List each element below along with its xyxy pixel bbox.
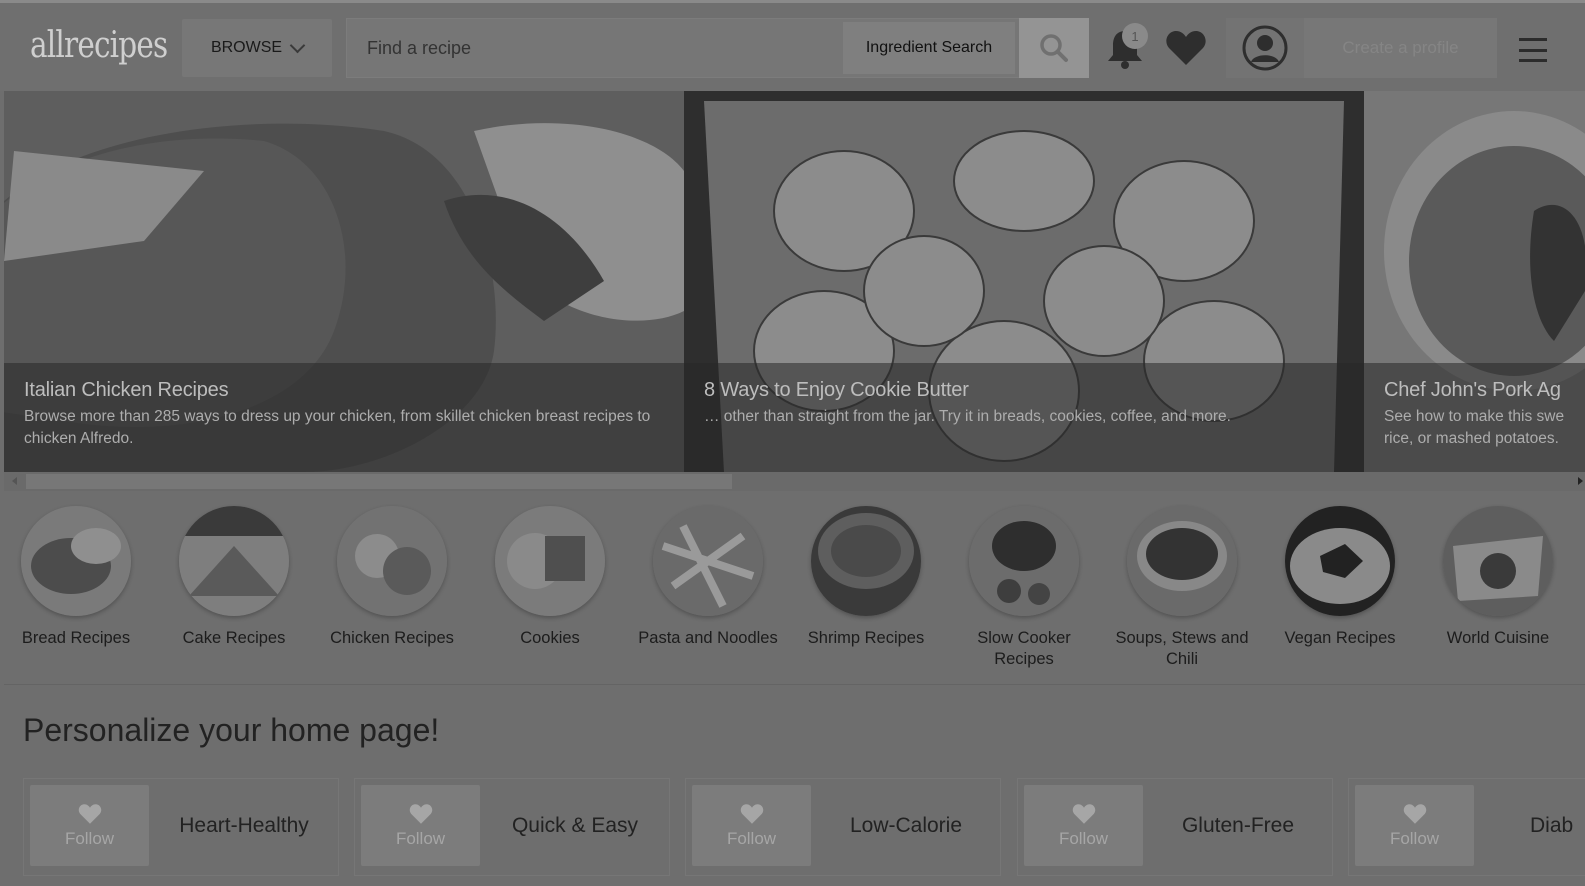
category-strip: Bread Recipes Cake Recipes Chicken Recip… [4,491,1585,685]
follow-card: Follow Low-Calorie [685,778,1001,876]
slide-caption: Italian Chicken Recipes Browse more than… [4,363,684,472]
world-cuisine-image [1443,506,1553,616]
category-item[interactable]: Cookies [478,506,622,649]
follow-topic-name: Gluten-Free [1181,814,1295,837]
profile-button[interactable] [1226,18,1304,78]
follow-button[interactable]: Follow [30,785,149,866]
follow-button[interactable]: Follow [1024,785,1143,866]
category-label: Cookies [520,629,580,647]
chevron-down-icon [289,37,306,53]
scroll-left-arrow-icon[interactable] [12,477,17,485]
category-item[interactable]: Vegan Recipes [1268,506,1412,649]
carousel-slide[interactable]: Italian Chicken Recipes Browse more than… [4,91,684,472]
category-label: Vegan Recipes [1284,629,1396,647]
category-item[interactable]: Pasta and Noodles [636,506,780,649]
category-label: World Cuisine [1446,629,1550,647]
heart-icon [740,803,763,824]
site-header: allrecipes BROWSE Ingredient Search 1 Cr… [0,0,1585,91]
follow-button[interactable]: Follow [692,785,811,866]
heart-icon [1072,803,1095,824]
follow-label: Follow [1058,828,1109,848]
browse-button[interactable]: BROWSE [182,19,332,77]
scroll-right-arrow-icon[interactable] [1578,477,1583,485]
follow-button[interactable]: Follow [361,785,480,866]
follow-topic-name: Heart-Healthy [179,814,309,837]
category-item[interactable]: Soups, Stews and Chili [1110,506,1254,670]
slide-title[interactable]: Chef John's Pork Ag [1384,379,1565,402]
chicken-image [337,506,447,616]
heart-icon [78,803,101,824]
search-icon [1040,34,1068,62]
ingredient-search-button[interactable]: Ingredient Search [843,22,1015,74]
search-input[interactable] [347,19,841,77]
create-profile-button[interactable]: Create a profile [1304,18,1497,78]
carousel-slide[interactable]: Chef John's Pork Ag See how to make this… [1364,91,1585,472]
follow-label: Follow [1389,828,1440,848]
hero-carousel: Italian Chicken Recipes Browse more than… [4,91,1585,472]
scroll-thumb[interactable] [26,474,732,489]
follow-topic-name: Diab [1530,814,1574,837]
follow-card: Follow Quick & Easy [354,778,670,876]
slide-caption: 8 Ways to Enjoy Cookie Butter … other th… [684,363,1364,472]
follow-label: Follow [395,828,446,848]
category-label: Slow Cooker Recipes [977,629,1071,668]
follow-card: Follow Heart-Healthy [23,778,339,876]
category-item[interactable]: World Cuisine [1426,506,1570,649]
slide-caption: Chef John's Pork Ag See how to make this… [1364,363,1585,472]
heart-icon[interactable] [1165,29,1207,67]
heart-icon [409,803,432,824]
carousel-slide[interactable]: 8 Ways to Enjoy Cookie Butter … other th… [684,91,1364,472]
carousel-scrollbar[interactable] [4,472,1585,491]
category-item[interactable]: Chicken Recipes [320,506,464,649]
slide-description: … other than straight from the jar. Try … [704,408,1231,425]
slide-title[interactable]: Italian Chicken Recipes [24,379,664,402]
vegan-image [1285,506,1395,616]
follow-label: Follow [726,828,777,848]
heart-icon [1403,803,1426,824]
follow-button[interactable]: Follow [1355,785,1474,866]
slide-description: Browse more than 285 ways to dress up yo… [24,408,651,447]
soup-image [1127,506,1237,616]
follow-card: Follow Gluten-Free [1017,778,1333,876]
cake-image [179,506,289,616]
hamburger-menu-icon[interactable] [1519,38,1547,62]
follow-label: Follow [64,828,115,848]
category-item[interactable]: Slow Cooker Recipes [952,506,1096,670]
avatar-icon [1242,25,1288,71]
cookies-image [495,506,605,616]
category-label: Shrimp Recipes [807,629,925,647]
category-label: Pasta and Noodles [638,629,778,647]
notification-badge: 1 [1122,23,1148,49]
slow-cooker-image [969,506,1079,616]
category-label: Chicken Recipes [330,629,454,647]
allrecipes-logo[interactable]: allrecipes [30,25,168,66]
category-item[interactable]: Bread Recipes [4,506,148,649]
category-label: Bread Recipes [21,629,131,647]
bread-image [21,506,131,616]
slide-title[interactable]: 8 Ways to Enjoy Cookie Butter [704,379,1344,402]
shrimp-image [811,506,921,616]
category-item[interactable]: Shrimp Recipes [794,506,938,649]
pasta-image [653,506,763,616]
follow-topic-name: Quick & Easy [511,814,639,837]
category-label: Soups, Stews and Chili [1115,629,1249,668]
search-bar: Ingredient Search [346,18,1089,78]
category-label: Cake Recipes [182,629,286,647]
search-button[interactable] [1019,18,1089,78]
follow-card: Follow Diab [1348,778,1585,876]
category-item[interactable]: Cake Recipes [162,506,306,649]
personalize-heading: Personalize your home page! [23,712,440,748]
follow-topic-name: Low-Calorie [849,814,963,837]
slide-description: See how to make this swe rice, or mashed… [1384,408,1565,447]
browse-label: BROWSE [210,39,283,56]
